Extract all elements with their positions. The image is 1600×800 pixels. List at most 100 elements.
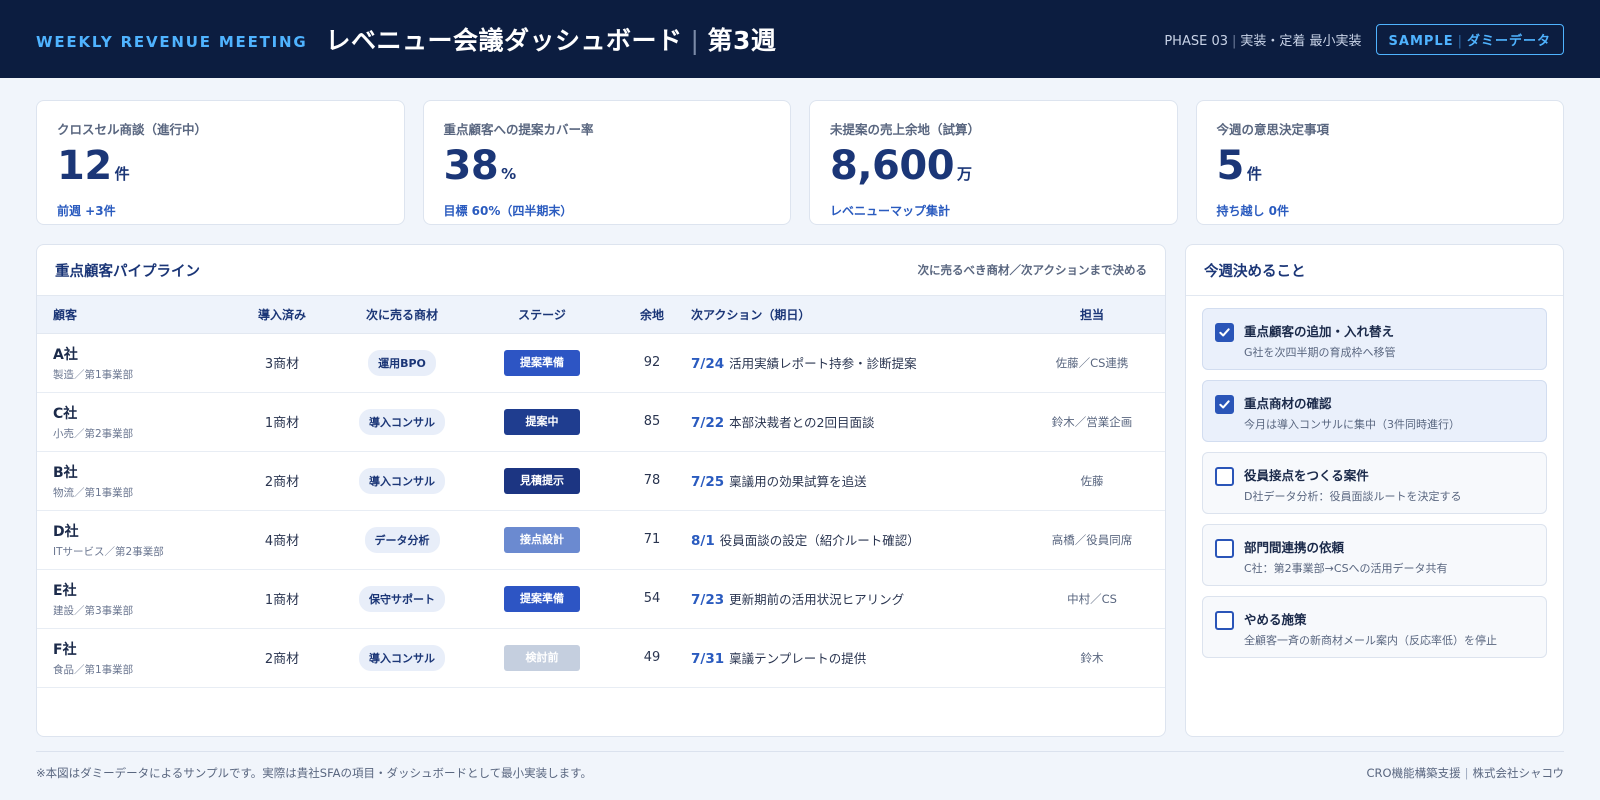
kpi-number: 12 [57, 143, 112, 189]
product-pill: 導入コンサル [359, 644, 445, 671]
checkbox-empty-icon[interactable] [1215, 467, 1234, 486]
footer-note: ※本図はダミーデータによるサンプルです。実際は貴社SFAの項目・ダッシュボードと… [36, 766, 593, 780]
col-header-installed: 導入済み [227, 296, 337, 334]
cell-room: 92 [643, 355, 661, 370]
cell-owner: 佐藤 [1080, 473, 1104, 488]
cell-stage: 提案準備 [467, 333, 617, 392]
kpi-note: レベニューマップ集計 [830, 204, 951, 218]
table-row[interactable]: F社 食品／第1事業部 2商材 導入コンサル 検討前 49 7/31 稟議テンプレートの提供 鈴… [37, 628, 1165, 687]
customer-name: A社 [53, 346, 78, 363]
cell-room: 49 [643, 650, 661, 665]
decisions-title: 今週決めること [1204, 263, 1306, 280]
kpi-note: 前週 +3件 [57, 204, 116, 218]
sample-badge: SAMPLE | ダミーデータ [1375, 23, 1564, 55]
decision-text: 役員接点をつくる案件 D社データ分析：役員面談ルートを決定する [1244, 465, 1462, 503]
cell-customer: D社 ITサービス／第2事業部 [37, 510, 227, 569]
product-pill: 運用BPO [368, 349, 436, 376]
cell-next-product: 導入コンサル [337, 392, 467, 451]
stage-badge: 提案準備 [504, 349, 580, 376]
app-header: WEEKLY REVENUE MEETING レベニュー会議ダッシュボード | 第3… [0, 0, 1600, 78]
checkbox-empty-icon[interactable] [1215, 611, 1234, 630]
decision-text: 重点商材の確認今月は導入コンサルに集中（3件同時進行） [1244, 393, 1460, 431]
decision-item[interactable]: 重点顧客の追加・入れ替え G社を次四半期の育成枠へ移管 [1202, 308, 1547, 370]
cell-installed: 2商材 [264, 652, 300, 667]
decision-text: やめる施策全顧客一斉の新商材メール案内（反応率低）を停止 [1244, 609, 1497, 647]
stage-badge: 見積提示 [504, 467, 580, 494]
action-text: 役員面談の設定（紹介ルート確認） [719, 533, 920, 548]
cell-installed: 2商材 [264, 475, 300, 490]
action-date: 7/23 [691, 592, 725, 608]
kpi-note: 持ち越し 0件 [1216, 204, 1290, 218]
customer-name: B社 [53, 464, 78, 481]
decision-item[interactable]: 部門間連携の依頼 C社：第2事業部→CSへの活用データ共有 [1202, 524, 1547, 586]
decision-item[interactable]: 役員接点をつくる案件 D社データ分析：役員面談ルートを決定する [1202, 452, 1547, 514]
cell-installed: 3商材 [264, 357, 300, 372]
action-date: 7/25 [691, 474, 725, 490]
cell-next-action: 8/1 役員面談の設定（紹介ルート確認） [687, 510, 1017, 569]
kpi-label: 重点顧客への提案カバー率 [443, 122, 594, 137]
table-row[interactable]: D社 ITサービス／第2事業部 4商材 データ分析 接点設計 71 8/1 役員面談の設定（紹… [37, 510, 1165, 569]
decision-item[interactable]: 重点商材の確認今月は導入コンサルに集中（3件同時進行） [1202, 380, 1547, 442]
checkbox-checked-icon[interactable] [1215, 395, 1234, 414]
cell-owner: 高橋／役員同席 [1051, 532, 1133, 547]
customer-segment: 小売／第2事業部 [53, 427, 134, 440]
footer-credit: CRO機能構築支援 | 株式会社シャコウ [1366, 766, 1565, 780]
kpi-number: 5 [1216, 143, 1245, 189]
product-pill: 保守サポート [359, 585, 445, 612]
customer-segment: ITサービス／第2事業部 [53, 545, 164, 558]
cell-owner: 中村／CS [1067, 591, 1117, 606]
action-date: 7/31 [691, 651, 725, 667]
kpi-unit: 件 [114, 165, 130, 183]
cell-next-product: 導入コンサル [337, 451, 467, 510]
table-empty-row [37, 687, 1165, 736]
table-row[interactable]: B社 物流／第1事業部 2商材 導入コンサル 見積提示 78 7/25 稟議用の効果試算を追送… [37, 451, 1165, 510]
col-header-next-action: 次アクション（期日） [687, 296, 1017, 334]
stage-badge: 提案中 [504, 408, 580, 435]
decision-detail: 今月は導入コンサルに集中（3件同時進行） [1244, 418, 1460, 431]
decision-detail: 全顧客一斉の新商材メール案内（反応率低）を停止 [1244, 634, 1497, 647]
checkbox-checked-icon[interactable] [1215, 323, 1234, 342]
kpi-label: 未提案の売上余地（試算） [830, 122, 981, 137]
action-date: 7/22 [691, 415, 725, 431]
kpi-card-revenue-room: 未提案の売上余地（試算） 8,600 万 レベニューマップ集計 [809, 100, 1178, 225]
cell-room: 78 [643, 473, 661, 488]
table-row[interactable]: A社 製造／第1事業部 3商材 運用BPO 提案準備 92 7/24 活用実績レポート持参・診… [37, 333, 1165, 392]
kpi-card-coverage: 重点顧客への提案カバー率 38% 目標 60%（四半期末） [422, 100, 791, 225]
page-title: レベニュー会議ダッシュボード | 第3週 [325, 26, 777, 55]
credit-company: 株式会社シャコウ [1472, 766, 1564, 780]
action-text: 稟議テンプレートの提供 [729, 651, 867, 666]
cell-next-action: 7/22 本部決裁者との2回目面談 [687, 392, 1017, 451]
decision-title: やめる施策 [1244, 612, 1307, 627]
credit-service: CRO機能構築支援 [1366, 766, 1461, 780]
decision-title: 重点顧客の追加・入れ替え [1244, 324, 1395, 339]
action-text: 更新期前の活用状況ヒアリング [729, 592, 905, 607]
kpi-value: 8,600 万 [830, 144, 1157, 196]
kpi-label: クロスセル商談（進行中） [57, 122, 208, 137]
decision-title: 重点商材の確認 [1244, 396, 1332, 411]
kpi-value: 5件 [1217, 144, 1544, 196]
kpi-card-decisions: 今週の意思決定事項 5件 持ち越し 0件 [1195, 100, 1564, 225]
customer-name: E社 [53, 582, 77, 599]
decision-detail: G社を次四半期の育成枠へ移管 [1244, 346, 1396, 359]
kpi-card-crosssell: クロスセル商談（進行中） 12 件 前週 +3件 [36, 100, 405, 225]
decision-detail: D社データ分析：役員面談ルートを決定する [1244, 490, 1462, 503]
decision-text: 重点顧客の追加・入れ替え G社を次四半期の育成枠へ移管 [1244, 321, 1396, 359]
cell-customer: C社 小売／第2事業部 [37, 392, 227, 451]
decisions-header: 今週決めること [1186, 245, 1563, 296]
decision-detail: C社：第2事業部→CSへの活用データ共有 [1244, 562, 1448, 575]
table-row[interactable]: C社 小売／第2事業部 1商材 導入コンサル 提案中 85 7/22 本部決裁者との2回目面談… [37, 392, 1165, 451]
decisions-panel: 今週決めること 重点顧客の追加・入れ替え G社を次四半期の育成枠へ移管 重点商材の確… [1185, 244, 1564, 737]
cell-installed: 1商材 [264, 593, 300, 608]
checkbox-empty-icon[interactable] [1215, 539, 1234, 558]
kpi-label: 今週の意思決定事項 [1216, 122, 1330, 137]
decision-item[interactable]: やめる施策全顧客一斉の新商材メール案内（反応率低）を停止 [1202, 596, 1547, 658]
cell-owner: 佐藤／CS連携 [1055, 355, 1129, 370]
col-header-next-product: 次に売る商材 [337, 296, 467, 334]
header-right: PHASE 03 | 実装・定着 最小実装 SAMPLE | ダミーデータ [1164, 23, 1564, 55]
pipeline-header: 重点顧客パイプライン 次に売るべき商材／次アクションまで決める [37, 245, 1165, 296]
action-text: 稟議用の効果試算を追送 [729, 474, 867, 489]
cell-next-action: 7/24 活用実績レポート持参・診断提案 [687, 333, 1017, 392]
cell-stage: 検討前 [467, 628, 617, 687]
cell-customer: B社 物流／第1事業部 [37, 451, 227, 510]
table-row[interactable]: E社 建設／第3事業部 1商材 保守サポート 提案準備 54 7/23 更新期前の活用状況ヒア… [37, 569, 1165, 628]
